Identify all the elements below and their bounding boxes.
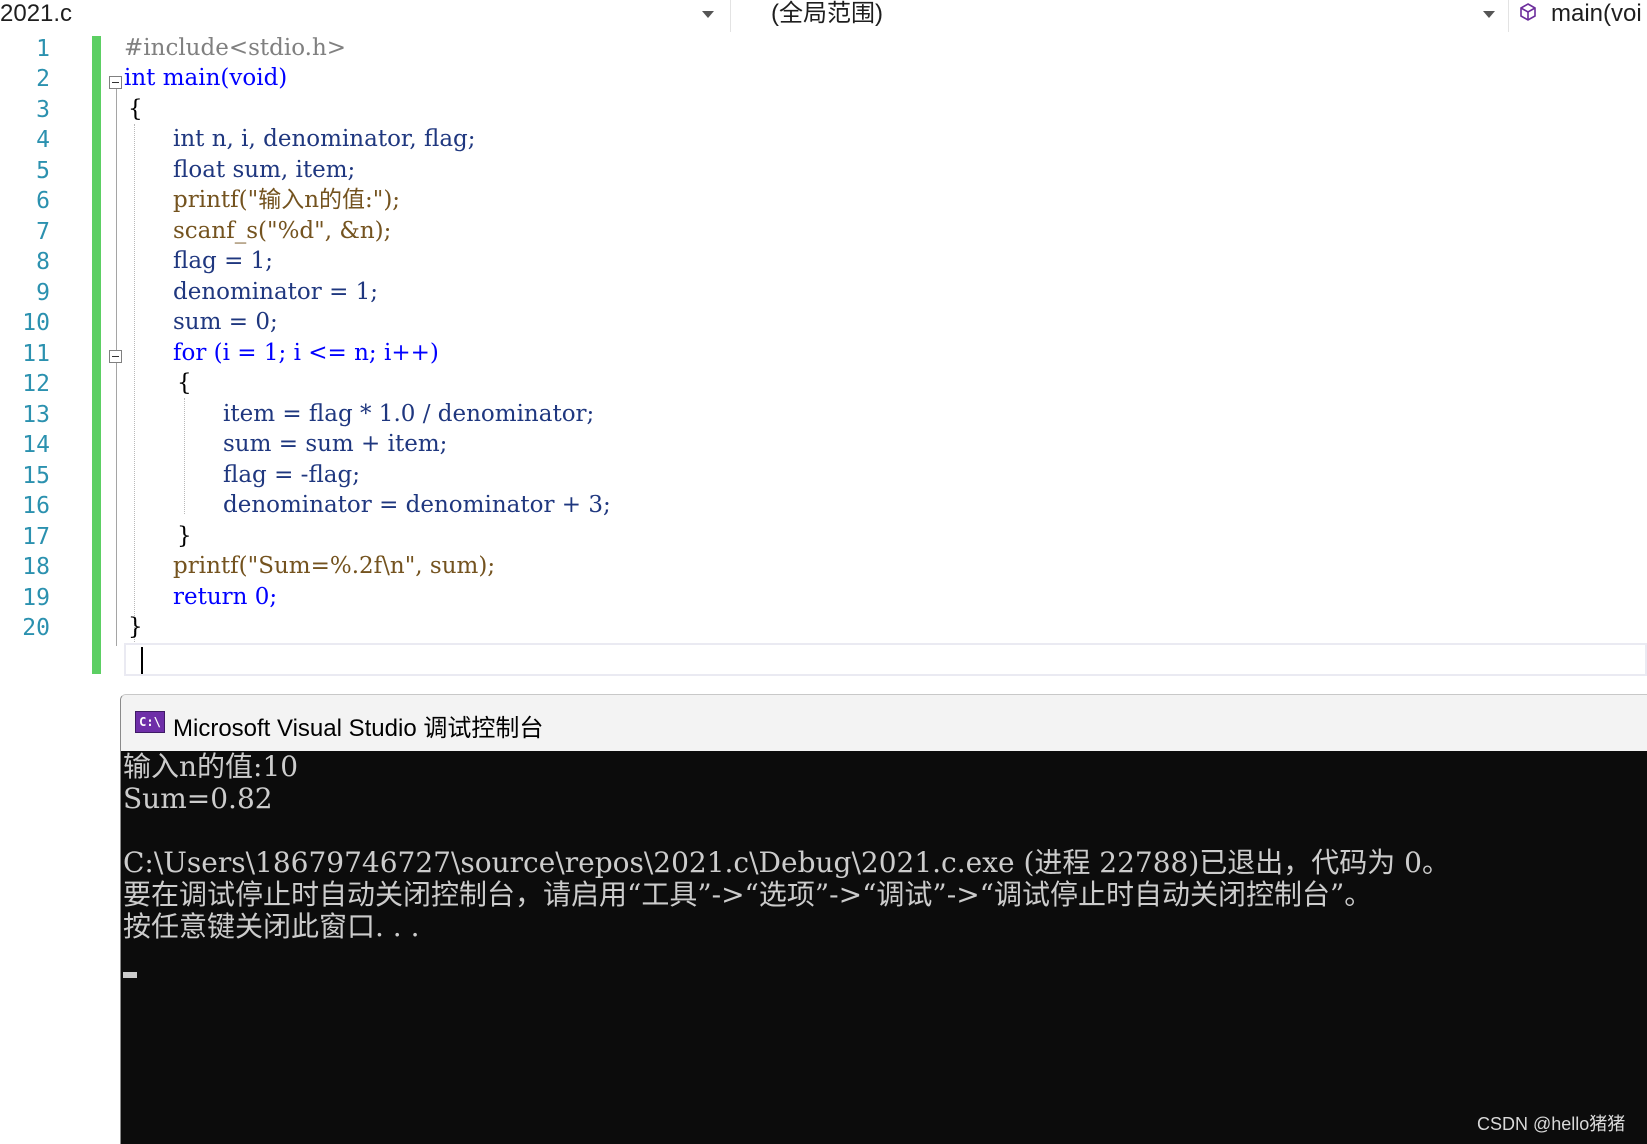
line-number: 4 [36,127,50,153]
member-dropdown[interactable]: main(voi [1508,0,1647,32]
line-number: 10 [22,310,50,336]
code-line: for (i = 1; i <= n; i++) [173,340,439,366]
scope-dropdown[interactable]: (全局范围) [730,0,1501,32]
code-editor[interactable]: 1 2 3 4 5 6 7 8 9 10 11 12 13 14 15 16 1… [0,35,1647,676]
code-line: printf("Sum=%.2f\n", sum); [173,553,496,579]
file-dropdown-label: 2021.c [0,0,73,27]
console-title: Microsoft Visual Studio 调试控制台 [173,715,544,742]
method-cube-icon [1520,3,1536,21]
line-number: 2 [36,66,50,92]
line-number: 13 [22,402,50,428]
line-number: 15 [22,463,50,489]
line-number: 7 [36,219,50,245]
code-line: { [128,96,143,122]
change-tracking-bar [92,36,101,674]
code-line: } [128,614,143,640]
console-app-icon: C:\ [135,711,165,733]
line-number: 9 [36,280,50,306]
line-number: 16 [22,493,50,519]
debug-console-window[interactable]: C:\ Microsoft Visual Studio 调试控制台 输入n的值:… [120,694,1647,1144]
code-line: item = flag * 1.0 / denominator; [223,401,595,427]
line-number: 12 [22,371,50,397]
line-number: 20 [22,615,50,641]
console-cursor [123,972,137,978]
scope-dropdown-label: (全局范围) [771,0,883,27]
watermark: CSDN @hello猪猪 [1477,1114,1626,1134]
line-number: 19 [22,585,50,611]
code-line: int n, i, denominator, flag; [173,126,476,152]
code-line: sum = sum + item; [223,431,448,457]
line-number: 8 [36,249,50,275]
code-line: int main(void) [124,65,288,91]
console-title-bar[interactable]: C:\ Microsoft Visual Studio 调试控制台 [121,695,1647,751]
line-number: 1 [36,36,50,62]
code-line: denominator = denominator + 3; [223,492,611,518]
code-line: } [177,523,192,549]
console-line: 按任意键关闭此窗口. . . [123,910,420,943]
code-line: sum = 0; [173,309,278,335]
console-line: 输入n的值:10 [123,750,299,783]
console-line: Sum=0.82 [123,782,273,815]
console-line: C:\Users\18679746727\source\repos\2021.c… [123,846,1450,879]
line-number: 11 [22,341,50,367]
chevron-down-icon[interactable] [702,11,714,18]
member-dropdown-label: main(voi [1551,0,1642,27]
code-line: float sum, item; [173,157,356,183]
line-number: 17 [22,524,50,550]
console-output[interactable]: 输入n的值:10 Sum=0.82 C:\Users\18679746727\s… [121,751,1647,1144]
code-line: flag = -flag; [223,462,360,488]
code-line: { [177,370,192,396]
chevron-down-icon[interactable] [1483,11,1495,18]
line-number: 18 [22,554,50,580]
collapse-for-icon[interactable] [109,350,122,363]
code-line: printf("输入n的值:"); [173,187,401,213]
code-line: denominator = 1; [173,279,379,305]
line-number: 3 [36,97,50,123]
indent-guide [184,398,185,514]
line-number: 6 [36,188,50,214]
console-line: 要在调试停止时自动关闭控制台，请启用“工具”->“选项”->“调试”->“调试停… [123,878,1373,911]
file-dropdown[interactable]: 2021.c [0,0,720,32]
code-line: #include<stdio.h> [124,35,347,61]
code-line: scanf_s("%d", &n); [173,218,392,244]
line-number: 5 [36,158,50,184]
indent-guide [134,124,135,644]
current-line-highlight [124,643,1647,676]
collapse-main-icon[interactable] [109,76,122,89]
code-line: flag = 1; [173,248,274,274]
code-line: return 0; [173,584,278,610]
line-number: 14 [22,432,50,458]
outline-line [116,88,117,646]
text-caret [141,647,143,674]
